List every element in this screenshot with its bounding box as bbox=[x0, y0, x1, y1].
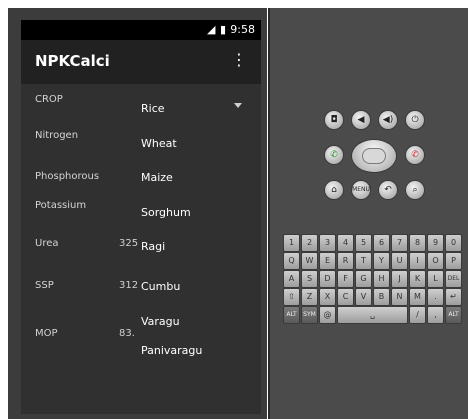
key[interactable]: P bbox=[445, 252, 462, 270]
app-title: NPKCalci bbox=[35, 52, 110, 70]
search-icon[interactable]: ⌕ bbox=[406, 181, 424, 199]
key[interactable]: 3 bbox=[319, 234, 336, 252]
dropdown-item[interactable]: Ragi bbox=[141, 240, 165, 253]
mop-label: MOP bbox=[35, 328, 58, 339]
key[interactable]: 9 bbox=[427, 234, 444, 252]
key[interactable]: 8 bbox=[409, 234, 426, 252]
key[interactable]: C bbox=[337, 288, 354, 306]
key[interactable]: W bbox=[301, 252, 318, 270]
key[interactable]: 4 bbox=[337, 234, 354, 252]
dropdown-item[interactable]: Maize bbox=[141, 171, 173, 184]
sym-key[interactable]: SYM bbox=[301, 306, 318, 324]
end-call-icon[interactable]: ✆ bbox=[406, 146, 424, 164]
key[interactable]: U bbox=[391, 252, 408, 270]
alt-key[interactable]: ALT bbox=[283, 306, 300, 324]
phone-screen: ◢ ▮ 9:58 NPKCalci ⋮ CROP Nitrogen Phosph… bbox=[21, 20, 261, 414]
ssp-label: SSP bbox=[35, 280, 54, 291]
dropdown-item[interactable]: Cumbu bbox=[141, 280, 180, 293]
key[interactable]: X bbox=[319, 288, 336, 306]
dropdown-item[interactable]: Rice bbox=[141, 102, 165, 115]
volume-up-icon[interactable]: ◀) bbox=[379, 111, 397, 129]
key[interactable]: @ bbox=[319, 306, 336, 324]
dropdown-item[interactable]: Varagu bbox=[141, 315, 180, 328]
power-icon[interactable]: ⏻ bbox=[406, 111, 424, 129]
key[interactable]: , bbox=[427, 306, 444, 324]
dpad[interactable] bbox=[352, 140, 396, 172]
key[interactable]: L bbox=[427, 270, 444, 288]
key[interactable]: H bbox=[373, 270, 390, 288]
key[interactable]: I bbox=[409, 252, 426, 270]
dpad-center[interactable] bbox=[363, 149, 385, 163]
form-content: CROP Nitrogen Phosphorous Potassium Urea… bbox=[21, 84, 261, 414]
key[interactable]: Y bbox=[373, 252, 390, 270]
emulator-window: ◢ ▮ 9:58 NPKCalci ⋮ CROP Nitrogen Phosph… bbox=[0, 0, 468, 419]
key[interactable]: 5 bbox=[355, 234, 372, 252]
key[interactable]: 7 bbox=[391, 234, 408, 252]
dropdown-item[interactable]: Wheat bbox=[141, 137, 177, 150]
key[interactable]: Q bbox=[283, 252, 300, 270]
key[interactable]: E bbox=[319, 252, 336, 270]
key[interactable]: R bbox=[337, 252, 354, 270]
key[interactable]: M bbox=[409, 288, 426, 306]
crop-dropdown[interactable]: Rice Wheat Maize Sorghum Ragi Cumbu Vara… bbox=[131, 88, 256, 388]
back-icon[interactable]: ↶ bbox=[379, 181, 397, 199]
key[interactable]: D bbox=[319, 270, 336, 288]
key[interactable]: V bbox=[355, 288, 372, 306]
key[interactable]: 6 bbox=[373, 234, 390, 252]
home-icon[interactable]: ⌂ bbox=[325, 181, 343, 199]
alt-key[interactable]: ALT bbox=[445, 306, 462, 324]
emulator-controls-panel bbox=[270, 8, 468, 419]
key[interactable]: F bbox=[337, 270, 354, 288]
dropdown-item[interactable]: Panivaragu bbox=[141, 344, 202, 357]
key[interactable]: N bbox=[391, 288, 408, 306]
potassium-label: Potassium bbox=[35, 200, 87, 211]
key[interactable]: 0 bbox=[445, 234, 462, 252]
status-time: 9:58 bbox=[230, 23, 255, 36]
key[interactable]: B bbox=[373, 288, 390, 306]
key[interactable]: . bbox=[427, 288, 444, 306]
key[interactable]: 2 bbox=[301, 234, 318, 252]
key[interactable]: G bbox=[355, 270, 372, 288]
key[interactable]: Z bbox=[301, 288, 318, 306]
space-key[interactable]: ␣ bbox=[337, 306, 408, 324]
delete-key[interactable]: DEL bbox=[445, 270, 462, 288]
key[interactable]: S bbox=[301, 270, 318, 288]
key[interactable]: / bbox=[409, 306, 426, 324]
keyboard: 1 2 3 4 5 6 7 8 9 0 Q W E R T Y U I O P … bbox=[283, 234, 465, 346]
more-vert-icon[interactable]: ⋮ bbox=[231, 52, 247, 68]
call-icon[interactable]: ✆ bbox=[325, 146, 343, 164]
key[interactable]: J bbox=[391, 270, 408, 288]
shift-key[interactable]: ⇧ bbox=[283, 288, 300, 306]
camera-icon[interactable]: ◘ bbox=[325, 111, 343, 129]
phosphorous-label: Phosphorous bbox=[35, 171, 100, 182]
urea-label: Urea bbox=[35, 238, 59, 249]
key[interactable]: K bbox=[409, 270, 426, 288]
key[interactable]: A bbox=[283, 270, 300, 288]
battery-icon: ▮ bbox=[220, 23, 227, 36]
status-bar: ◢ ▮ 9:58 bbox=[21, 20, 261, 40]
key[interactable]: 1 bbox=[283, 234, 300, 252]
menu-icon[interactable]: MENU bbox=[352, 181, 370, 199]
crop-label: CROP bbox=[35, 94, 63, 105]
signal-icon: ◢ bbox=[207, 23, 216, 36]
dropdown-item[interactable]: Sorghum bbox=[141, 206, 191, 219]
volume-down-icon[interactable]: ◀ bbox=[352, 111, 370, 129]
app-bar: NPKCalci ⋮ bbox=[21, 40, 261, 84]
key[interactable]: T bbox=[355, 252, 372, 270]
chevron-down-icon bbox=[234, 103, 242, 108]
nitrogen-label: Nitrogen bbox=[35, 130, 79, 141]
enter-key[interactable]: ↵ bbox=[445, 288, 462, 306]
key[interactable]: O bbox=[427, 252, 444, 270]
